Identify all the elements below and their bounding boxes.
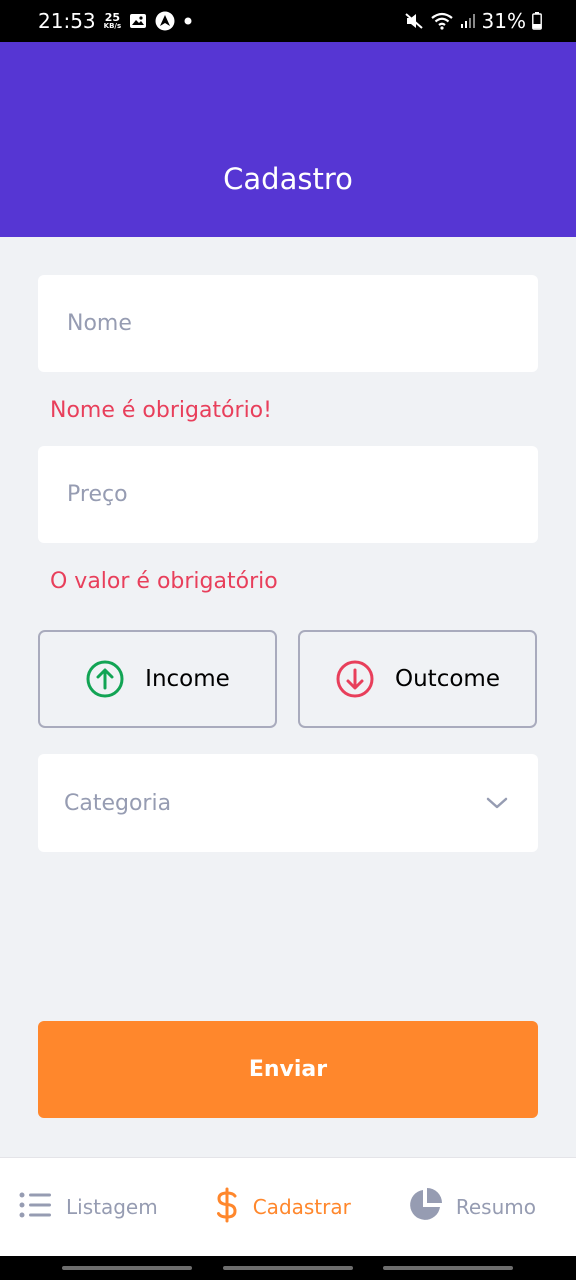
arrow-down-circle-icon <box>335 659 375 699</box>
bottom-nav: Listagem Cadastrar Resumo <box>0 1157 576 1256</box>
nav-label-resumo: Resumo <box>455 1195 536 1219</box>
network-speed: 25 KB/s <box>104 12 121 30</box>
dollar-icon <box>215 1187 239 1228</box>
name-input-placeholder: Nome <box>67 311 132 336</box>
pie-chart-icon <box>408 1187 442 1227</box>
income-label: Income <box>145 666 230 692</box>
name-input[interactable]: Nome <box>38 275 538 372</box>
gallery-icon <box>129 13 147 29</box>
status-time: 21:53 <box>38 9 96 33</box>
nav-label-cadastrar: Cadastrar <box>252 1195 351 1219</box>
mute-icon <box>404 12 424 30</box>
gesture-indicator-left[interactable] <box>62 1266 192 1270</box>
page-title: Cadastro <box>223 161 353 196</box>
battery-icon <box>532 12 542 30</box>
nav-item-listagem[interactable]: Listagem <box>18 1191 158 1224</box>
nav-label-listagem: Listagem <box>66 1195 158 1219</box>
battery-percent: 31% <box>481 9 526 33</box>
category-select[interactable]: Categoria <box>38 754 538 852</box>
price-input-placeholder: Preço <box>67 482 128 507</box>
wifi-icon <box>430 12 454 30</box>
status-bar: 21:53 25 KB/s 31% <box>0 0 576 42</box>
name-error-message: Nome é obrigatório! <box>50 398 272 423</box>
notification-dot-icon <box>183 16 193 26</box>
outcome-button[interactable]: Outcome <box>298 630 537 728</box>
price-error-message: O valor é obrigatório <box>50 569 278 594</box>
status-left: 21:53 25 KB/s <box>38 9 193 33</box>
header: Cadastro <box>0 42 576 237</box>
system-navigation-bar <box>0 1256 576 1280</box>
status-right: 31% <box>404 9 542 33</box>
screen: 21:53 25 KB/s 31% Cadastro Nome Nome é o… <box>0 0 576 1280</box>
submit-button[interactable]: Enviar <box>38 1021 538 1118</box>
nav-item-cadastrar[interactable]: Cadastrar <box>215 1187 351 1228</box>
category-placeholder: Categoria <box>64 790 172 816</box>
gesture-indicator-center[interactable] <box>223 1266 353 1270</box>
arrow-up-circle-icon <box>85 659 125 699</box>
list-icon <box>18 1191 52 1224</box>
gesture-indicator-right[interactable] <box>383 1266 513 1270</box>
outcome-label: Outcome <box>395 666 500 692</box>
nav-item-resumo[interactable]: Resumo <box>408 1187 536 1227</box>
network-speed-unit: KB/s <box>103 22 122 30</box>
signal-icon <box>460 13 476 29</box>
chevron-down-icon <box>486 791 508 816</box>
navigation-app-icon <box>155 11 175 31</box>
income-button[interactable]: Income <box>38 630 277 728</box>
price-input[interactable]: Preço <box>38 446 538 543</box>
